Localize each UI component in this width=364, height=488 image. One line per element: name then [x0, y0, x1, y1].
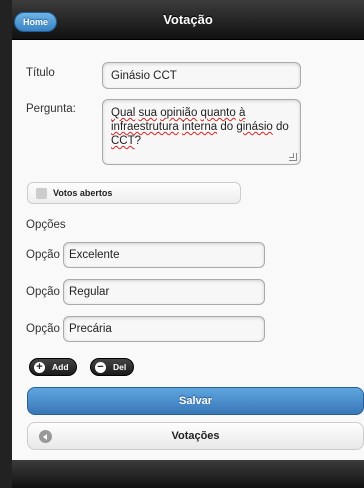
- pergunta-word: Qual: [111, 107, 136, 119]
- minus-icon: −: [95, 362, 106, 373]
- opcao-label-1: Opção: [26, 249, 60, 261]
- save-button[interactable]: Salvar: [27, 387, 364, 415]
- pergunta-word: sua: [138, 107, 158, 119]
- header-bar: Home Votação: [12, 0, 364, 40]
- pergunta-word: à: [238, 107, 246, 119]
- pergunta-word: CCT: [111, 135, 135, 147]
- opcao-value-3: Precária: [69, 323, 112, 335]
- pergunta-word: interna: [181, 121, 218, 133]
- opcao-label-3: Opção: [26, 323, 60, 335]
- chevron-left-icon: [39, 430, 52, 443]
- del-button-label: Del: [113, 362, 127, 372]
- pergunta-text: ?: [134, 135, 142, 147]
- resize-grip-icon[interactable]: [289, 153, 297, 161]
- pergunta-text: do: [272, 121, 289, 133]
- pergunta-word: infraestrutura: [111, 121, 179, 133]
- opcao-label-2: Opção: [26, 286, 60, 298]
- page-title: Votação: [163, 12, 213, 27]
- footer-bar: [12, 460, 364, 488]
- opcao-input-3[interactable]: Precária: [63, 316, 265, 342]
- pergunta-word: ginásio: [236, 121, 273, 133]
- votacoes-button-label: Votações: [171, 430, 220, 442]
- page: Home Votação Título Ginásio CCT Pergunta…: [12, 0, 364, 488]
- plus-icon: +: [34, 362, 45, 373]
- pergunta-textarea[interactable]: Qual sua opinião quanto à infraestrutura …: [102, 99, 301, 165]
- votacoes-button[interactable]: Votações: [27, 422, 364, 450]
- opcao-input-2[interactable]: Regular: [63, 279, 265, 305]
- pergunta-label: Pergunta:: [26, 103, 76, 115]
- pergunta-word: opinião: [160, 107, 198, 119]
- titulo-input[interactable]: Ginásio CCT: [102, 62, 301, 89]
- titulo-value: Ginásio CCT: [111, 70, 177, 82]
- checkbox-icon[interactable]: [36, 188, 47, 199]
- add-button-label: Add: [52, 362, 69, 372]
- opcao-value-2: Regular: [69, 286, 110, 298]
- titulo-label: Título: [26, 67, 55, 79]
- pergunta-word: quanto: [200, 107, 236, 119]
- add-option-button[interactable]: + Add: [29, 358, 77, 376]
- opcao-input-1[interactable]: Excelente: [63, 242, 265, 268]
- opcao-value-1: Excelente: [69, 249, 120, 261]
- opcoes-heading: Opções: [26, 219, 66, 231]
- votos-abertos-checkbox[interactable]: Votos abertos: [27, 182, 241, 204]
- votos-abertos-label: Votos abertos: [53, 188, 113, 198]
- pergunta-text: do: [217, 121, 237, 133]
- delete-option-button[interactable]: − Del: [90, 358, 135, 376]
